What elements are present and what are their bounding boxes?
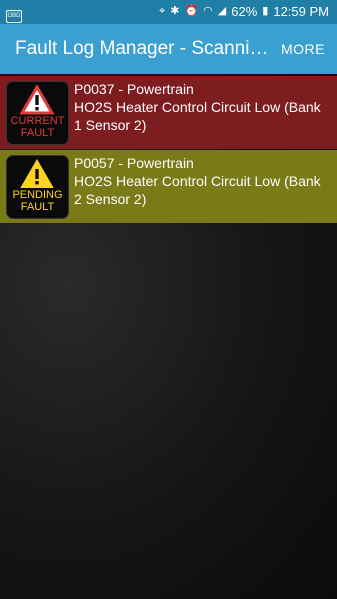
fault-description: HO2S Heater Control Circuit Low (Bank 2 …: [74, 173, 321, 207]
clock: 12:59 PM: [273, 3, 329, 19]
fault-description: HO2S Heater Control Circuit Low (Bank 1 …: [74, 99, 321, 133]
fault-code: P0057 - Powertrain: [74, 155, 194, 171]
badge-text: CURRENT FAULT: [10, 115, 65, 139]
fault-list: CURRENT FAULT P0037 - Powertrain HO2S He…: [0, 74, 337, 599]
pending-fault-badge: PENDING FAULT: [6, 155, 69, 219]
badge-text: PENDING FAULT: [12, 189, 63, 213]
battery-percent: 62%: [231, 3, 258, 19]
warning-icon: [20, 159, 54, 188]
status-icons: ⌖ ✱ ⏰ ◠ ◢ 62% ▮ 12:59 PM: [159, 3, 329, 19]
app-bar: Fault Log Manager - Scanning... MORE: [0, 24, 337, 74]
status-bar: OBD ⌖ ✱ ⏰ ◠ ◢ 62% ▮ 12:59 PM: [0, 0, 337, 24]
notification-icon: OBD: [6, 5, 22, 23]
location-icon: ⌖: [159, 5, 166, 17]
fault-row-pending[interactable]: PENDING FAULT P0057 - Powertrain HO2S He…: [0, 150, 337, 223]
current-fault-badge: CURRENT FAULT: [6, 81, 69, 145]
signal-icon: ◢: [217, 5, 227, 17]
fault-row-current[interactable]: CURRENT FAULT P0037 - Powertrain HO2S He…: [0, 76, 337, 149]
more-button[interactable]: MORE: [281, 41, 325, 57]
alarm-icon: ⏰: [184, 5, 199, 17]
app-title: Fault Log Manager - Scanning...: [15, 38, 270, 59]
wifi-icon: ◠: [203, 5, 213, 17]
bluetooth-icon: ✱: [170, 5, 180, 17]
fault-code: P0037 - Powertrain: [74, 81, 194, 97]
battery-icon: ▮: [262, 5, 269, 17]
warning-icon: [20, 85, 54, 115]
